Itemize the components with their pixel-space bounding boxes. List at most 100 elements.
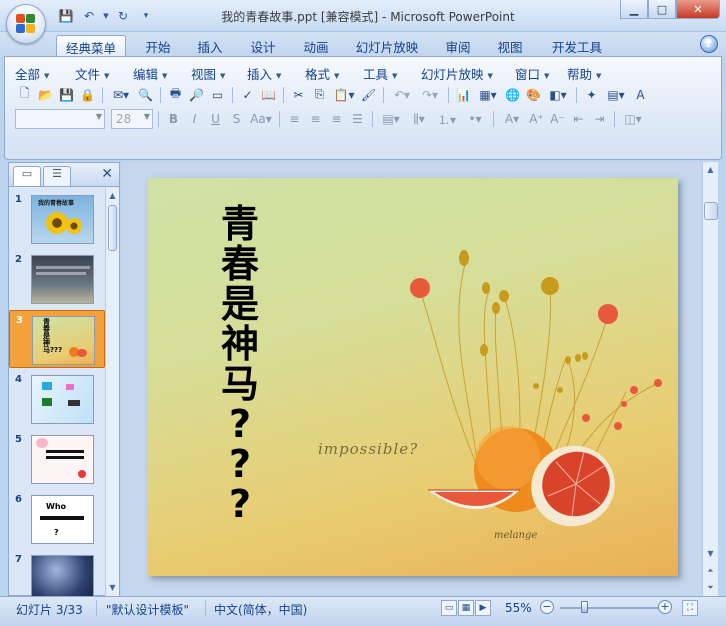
font-name-combo[interactable]: ▼ — [15, 109, 105, 129]
tab-design[interactable]: 设计 — [243, 35, 283, 56]
increase-indent-icon[interactable]: ⇥ — [590, 110, 609, 129]
menu-edit[interactable]: 编辑 ▼ — [133, 63, 191, 82]
language-indicator[interactable]: 中文(简体，中国) — [214, 601, 307, 618]
decrease-indent-icon[interactable]: ⇤ — [569, 110, 588, 129]
menu-all[interactable]: 全部 ▼ — [15, 63, 75, 82]
help-icon[interactable]: ? — [700, 35, 718, 53]
shrink-font-icon[interactable]: A⁻ — [548, 110, 567, 129]
permission-icon[interactable]: 🔒 — [78, 85, 97, 104]
italic-icon[interactable]: I — [185, 110, 204, 129]
tab-view[interactable]: 视图 — [490, 35, 530, 56]
font-size-icon[interactable]: A — [631, 85, 650, 104]
zoom-in-icon[interactable]: + — [658, 600, 672, 614]
menu-tools[interactable]: 工具 ▼ — [363, 63, 421, 82]
menu-format[interactable]: 格式 ▼ — [305, 63, 363, 82]
scroll-up-icon[interactable]: ▲ — [703, 162, 718, 178]
print-preview-icon[interactable]: 🔎 — [187, 85, 206, 104]
new-slide-icon[interactable]: ✦ — [582, 85, 601, 104]
color-icon[interactable]: 🎨 — [524, 85, 543, 104]
shadow-icon[interactable]: S — [227, 110, 246, 129]
cut-icon[interactable]: ✂ — [289, 85, 308, 104]
scroll-down-icon[interactable]: ▼ — [106, 580, 119, 596]
slideshow-icon[interactable]: ▭ — [208, 85, 227, 104]
menu-help[interactable]: 帮助 ▼ — [567, 63, 617, 82]
scroll-down-icon[interactable]: ▼ — [703, 546, 718, 562]
slide-scrollbar[interactable]: ▲ ▼ ⏶ ⏷ — [702, 162, 718, 596]
slide-thumbnail-7[interactable]: 7 — [9, 550, 105, 596]
tab-animation[interactable]: 动画 — [296, 35, 336, 56]
columns-icon[interactable]: ⫼▾ — [406, 110, 432, 129]
tab-developer[interactable]: 开发工具 — [546, 35, 608, 56]
outline-tab[interactable]: ☰ — [43, 166, 71, 186]
bullets-icon[interactable]: •▾ — [462, 110, 488, 129]
tab-home[interactable]: 开始 — [138, 35, 178, 56]
font-color-icon[interactable]: A▾ — [499, 110, 525, 129]
layout-icon[interactable]: ▤▾ — [603, 85, 629, 104]
tab-slideshow[interactable]: 幻灯片放映 — [352, 35, 422, 56]
grow-font-icon[interactable]: A⁺ — [527, 110, 546, 129]
save-icon[interactable]: 💾 — [57, 85, 76, 104]
slides-tab[interactable]: ▭ — [13, 166, 41, 186]
font-size-combo[interactable]: 28 ▼ — [111, 109, 153, 129]
dropdown-icon[interactable]: ▼ — [102, 7, 110, 25]
numbering-icon[interactable]: ⒈▾ — [434, 110, 460, 129]
slide-thumbnail-4[interactable]: 4 — [9, 370, 105, 428]
spelling-icon[interactable]: ✓ — [238, 85, 257, 104]
research-book-icon[interactable]: 📖 — [259, 85, 278, 104]
redo-icon[interactable]: ↻ — [113, 7, 133, 25]
table-icon[interactable]: ▦▾ — [475, 85, 501, 104]
thumbnails-scrollbar[interactable]: ▲ ▼ — [105, 188, 119, 596]
align-right-icon[interactable]: ≡ — [327, 110, 346, 129]
tab-insert[interactable]: 插入 — [190, 35, 230, 56]
slide-sorter-icon[interactable]: ▦ — [458, 600, 474, 616]
zoom-slider[interactable] — [560, 601, 660, 613]
email-icon[interactable]: ✉▾ — [108, 85, 134, 104]
normal-view-icon[interactable]: ▭ — [441, 600, 457, 616]
menu-view[interactable]: 视图 ▼ — [191, 63, 247, 82]
tab-review[interactable]: 审阅 — [438, 35, 478, 56]
slideshow-view-icon[interactable]: ▶ — [475, 600, 491, 616]
new-icon[interactable]: 🗋 — [15, 85, 34, 104]
slide-design-icon[interactable]: ◫▾ — [620, 110, 646, 129]
text-box-icon[interactable]: ▤▾ — [378, 110, 404, 129]
maximize-button[interactable]: □ — [648, 0, 676, 19]
align-left-icon[interactable]: ≡ — [285, 110, 304, 129]
slide-thumbnail-3[interactable]: 3 青春是神马??? — [9, 310, 105, 368]
zoom-slider-thumb[interactable] — [581, 601, 588, 613]
grayscale-icon[interactable]: ◧▾ — [545, 85, 571, 104]
office-button[interactable] — [6, 4, 46, 44]
copy-icon[interactable]: ⎘ — [310, 85, 329, 104]
chart-icon[interactable]: 📊 — [454, 85, 473, 104]
close-button[interactable]: ✕ — [676, 0, 720, 19]
close-pane-icon[interactable]: ✕ — [101, 166, 113, 182]
undo-icon[interactable]: ↶▾ — [389, 85, 415, 104]
current-slide[interactable]: 青 春 是 神 马 ? ? ? impossible? melange — [148, 178, 678, 576]
change-case-icon[interactable]: Aa▾ — [248, 110, 274, 129]
scroll-thumb[interactable] — [108, 205, 117, 251]
redo-icon[interactable]: ↷▾ — [417, 85, 443, 104]
menu-slideshow[interactable]: 幻灯片放映 ▼ — [421, 63, 515, 82]
justify-icon[interactable]: ☰ — [348, 110, 367, 129]
slide-thumbnail-2[interactable]: 2 — [9, 250, 105, 308]
align-center-icon[interactable]: ≡ — [306, 110, 325, 129]
slide-thumbnail-5[interactable]: 5 — [9, 430, 105, 488]
hyperlink-icon[interactable]: 🌐 — [503, 85, 522, 104]
tab-classic-menu[interactable]: 经典菜单 — [56, 35, 126, 56]
scroll-up-icon[interactable]: ▲ — [106, 188, 119, 204]
research-icon[interactable]: 🔍 — [136, 85, 155, 104]
theme-name[interactable]: "默认设计模板" — [106, 601, 189, 618]
bold-icon[interactable]: B — [164, 110, 183, 129]
slide-thumbnail-1[interactable]: 1 我的青春故事 — [9, 190, 105, 248]
menu-window[interactable]: 窗口 ▼ — [515, 63, 567, 82]
next-slide-icon[interactable]: ⏷ — [703, 580, 718, 596]
zoom-out-icon[interactable]: − — [540, 600, 554, 614]
open-icon[interactable]: 📂 — [36, 85, 55, 104]
minimize-button[interactable]: ▁ — [620, 0, 648, 19]
format-painter-icon[interactable]: 🖌 — [359, 85, 378, 104]
menu-file[interactable]: 文件 ▼ — [75, 63, 133, 82]
fit-to-window-icon[interactable]: ⛶ — [682, 600, 698, 616]
menu-insert[interactable]: 插入 ▼ — [247, 63, 305, 82]
undo-icon[interactable]: ↶ — [79, 7, 99, 25]
previous-slide-icon[interactable]: ⏶ — [703, 563, 718, 579]
underline-icon[interactable]: U — [206, 110, 225, 129]
